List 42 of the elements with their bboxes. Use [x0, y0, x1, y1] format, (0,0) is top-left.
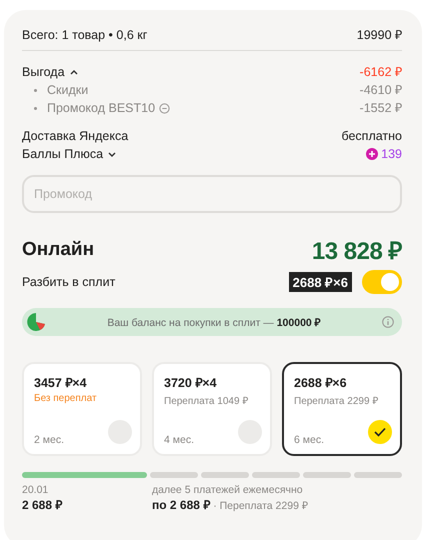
plus-points-icon	[366, 148, 378, 160]
benefit-amount: -6162 ₽	[360, 64, 402, 81]
delivery-price: бесплатно	[341, 128, 402, 145]
plus-points-toggle[interactable]: Баллы Плюса	[22, 145, 118, 163]
plan-price: 3457 ₽×4	[34, 375, 88, 391]
first-payment-date: 20.01	[22, 484, 50, 496]
online-total-price: 13 828 ₽	[312, 237, 402, 266]
total-label: Всего: 1 товар • 0,6 кг	[22, 27, 148, 44]
delivery-label: Доставка Яндекса	[22, 128, 128, 145]
installment-plan-card[interactable]: 2688 ₽×6 Переплата 2299 ₽ 6 мес.	[282, 362, 402, 456]
plan-price: 3720 ₽×4	[164, 375, 218, 391]
plan-overpay-note: Переплата 1049 ₽	[164, 395, 250, 407]
installment-plan-card[interactable]: 3720 ₽×4 Переплата 1049 ₽ 4 мес.	[152, 362, 272, 456]
plan-term: 2 мес.	[34, 434, 65, 446]
bullet-icon	[34, 88, 37, 92]
online-label: Онлайн	[22, 238, 94, 260]
plan-term: 6 мес.	[294, 434, 325, 446]
discount-amount: -1552 ₽	[360, 100, 402, 117]
promo-code-field[interactable]: Промокод	[22, 175, 402, 213]
split-switch[interactable]	[362, 270, 402, 294]
discount-label: Промокод BEST10	[47, 100, 156, 117]
next-payments-label: далее 5 платежей ежемесячно	[152, 484, 304, 496]
benefit-toggle[interactable]: Выгода	[22, 63, 79, 81]
discount-label: Скидки	[47, 82, 88, 99]
first-payment-amount: 2 688 ₽	[22, 497, 64, 513]
plus-points-value: 139	[381, 146, 402, 163]
plan-overpay-note: Переплата 2299 ₽	[294, 395, 380, 407]
remove-icon[interactable]	[159, 102, 170, 114]
split-payment-badge: 2688 ₽×6	[288, 272, 352, 292]
installment-plan-card[interactable]: 3457 ₽×4 Без переплат 2 мес.	[22, 362, 142, 456]
info-icon[interactable]	[382, 316, 394, 328]
balance-text: Ваш баланс на покупки в сплит — 100000 ₽	[106, 316, 322, 329]
bullet-icon	[34, 106, 37, 110]
total-price: 19990 ₽	[356, 27, 402, 44]
next-payments-amount: по 2 688 ₽ · Переплата 2299 ₽	[152, 497, 309, 513]
plan-overpay-note: Без переплат	[34, 393, 98, 404]
plan-radio[interactable]	[368, 420, 392, 444]
plan-term: 4 мес.	[164, 434, 195, 446]
check-icon	[374, 427, 386, 437]
discount-amount: -4610 ₽	[360, 82, 402, 99]
plan-price: 2688 ₽×6	[294, 375, 348, 391]
split-label: Разбить в сплит	[22, 275, 116, 289]
